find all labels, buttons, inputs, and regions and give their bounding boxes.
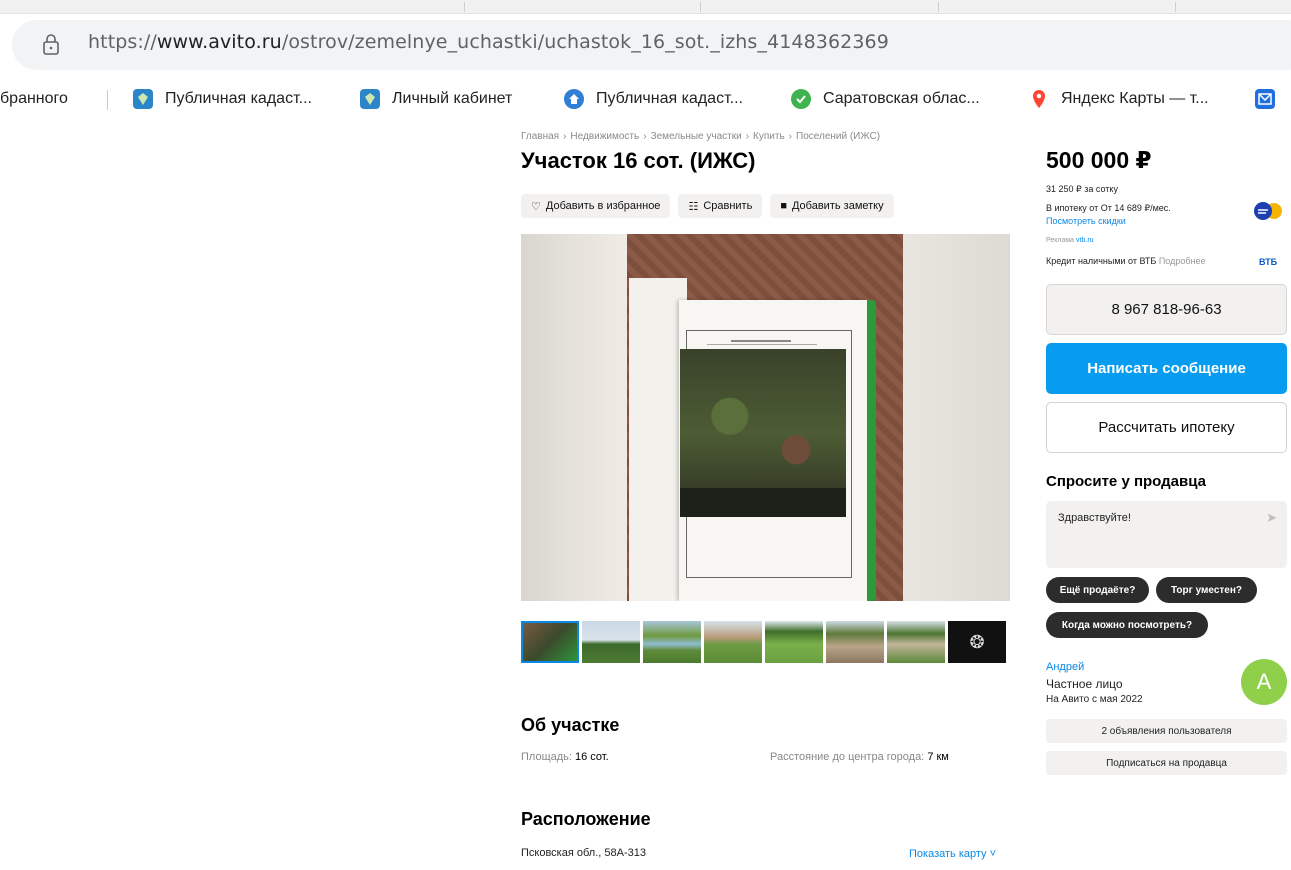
vtb-logo: ВТБ (1259, 257, 1278, 267)
tab-separator (938, 2, 939, 12)
tab-separator (1175, 2, 1176, 12)
bookmarks-bar: бранного Публичная кадаст... Личный каби… (0, 80, 1291, 118)
quick-question-chip[interactable]: Ещё продаёте? (1046, 577, 1149, 603)
price: 500 000 ₽ (1046, 147, 1152, 173)
ask-seller-title: Спросите у продавца (1046, 473, 1206, 490)
credit-more-link[interactable]: Подробнее (1159, 256, 1206, 266)
gallery-more-icon[interactable]: ❂ (948, 621, 1006, 663)
send-icon[interactable]: ➤ (1266, 510, 1277, 526)
add-note-button[interactable]: ■ Добавить заметку (770, 194, 894, 218)
write-message-button[interactable]: Написать сообщение (1046, 343, 1287, 394)
photo-header-line (707, 344, 817, 345)
bookmark-item[interactable]: Саратовская облас... (791, 86, 980, 112)
listing-actions: ♡ Добавить в избранное ☷ Сравнить ■ Добавит… (521, 194, 894, 218)
quick-question-chip[interactable]: Торг уместен? (1156, 577, 1257, 603)
area-param: Площадь: 16 сот. (521, 751, 609, 763)
bookmark-item[interactable] (1255, 86, 1287, 112)
site-info-icon[interactable] (42, 33, 60, 55)
note-icon: ■ (780, 200, 787, 212)
compare-button[interactable]: ☷ Сравнить (678, 194, 763, 218)
page-title: Участок 16 сот. (ИЖС) (521, 148, 756, 173)
quick-question-chip[interactable]: Когда можно посмотреть? (1046, 612, 1208, 638)
seller-name-link[interactable]: Андрей (1046, 661, 1084, 673)
thumbnail[interactable] (765, 621, 823, 663)
breadcrumb-item[interactable]: Купить (753, 131, 785, 142)
home-icon (564, 89, 584, 109)
seller-since: На Авито с мая 2022 (1046, 694, 1143, 705)
thumbnail[interactable] (826, 621, 884, 663)
subscribe-seller-button[interactable]: Подписаться на продавца (1046, 751, 1287, 775)
breadcrumb-item[interactable]: Поселений (ИЖС) (796, 131, 880, 142)
cadastre-icon (360, 89, 380, 109)
bookmarks-separator (107, 90, 108, 110)
location-heading: Расположение (521, 809, 651, 829)
map-pin-icon (1029, 89, 1049, 109)
photo-map-band (680, 488, 846, 517)
bookmark-item[interactable]: бранного (0, 86, 68, 112)
thumbnail[interactable] (887, 621, 945, 663)
thumbnail[interactable] (582, 621, 640, 663)
thumbnail[interactable] (643, 621, 701, 663)
check-icon (791, 89, 811, 109)
url-text[interactable]: https://www.avito.ru/ostrov/zemelnye_uch… (88, 31, 889, 53)
main-photo[interactable] (521, 234, 1010, 601)
breadcrumb-item[interactable]: Недвижимость (570, 131, 639, 142)
discounts-link[interactable]: Посмотреть скидки (1046, 216, 1126, 226)
address-text: Псковская обл., 58А-313 (521, 847, 646, 859)
calculate-mortgage-button[interactable]: Рассчитать ипотеку (1046, 402, 1287, 453)
credit-offer: Кредит наличными от ВТБ Подробнее (1046, 256, 1206, 266)
breadcrumb-item[interactable]: Главная (521, 131, 559, 142)
thumbnail[interactable] (704, 621, 762, 663)
bookmark-item[interactable]: Личный кабинет (360, 86, 512, 112)
show-map-link[interactable]: Показать карту ˅ (909, 848, 996, 860)
about-heading: Об участке (521, 715, 620, 735)
mail-icon (1255, 89, 1275, 109)
photo-thumbnails: ❂ (521, 621, 1006, 663)
cadastre-icon (133, 89, 153, 109)
browser-tab-strip (0, 0, 1291, 14)
tab-separator (464, 2, 465, 12)
tab-separator (700, 2, 701, 12)
ad-label: Реклама vtb.ru (1046, 237, 1094, 244)
avatar[interactable]: A (1241, 659, 1287, 705)
price-per-unit: 31 250 ₽ за сотку (1046, 184, 1118, 194)
bookmark-item[interactable]: Яндекс Карты — т... (1029, 86, 1209, 112)
mortgage-offer: В ипотеку от От 14 689 ₽/мес. (1046, 203, 1171, 213)
bookmark-item[interactable]: Публичная кадаст... (564, 86, 743, 112)
seller-ads-button[interactable]: 2 объявления пользователя (1046, 719, 1287, 743)
photo-header-line (731, 340, 791, 342)
breadcrumb-item[interactable]: Земельные участки (651, 131, 742, 142)
breadcrumb: Главная › Недвижимость › Земельные участки › К… (521, 131, 881, 142)
compare-icon: ☷ (688, 200, 699, 213)
heart-icon: ♡ (531, 200, 541, 213)
bank-logo-icon (1254, 202, 1282, 220)
distance-param: Расстояние до центра города: 7 км (770, 751, 949, 763)
show-phone-button[interactable]: 8 967 818-96-63 (1046, 284, 1287, 335)
thumbnail[interactable] (521, 621, 579, 663)
bookmark-item[interactable]: Публичная кадаст... (133, 86, 312, 112)
seller-type: Частное лицо (1046, 677, 1123, 691)
add-favorite-button[interactable]: ♡ Добавить в избранное (521, 194, 671, 218)
ask-seller-input[interactable]: Здравствуйте! ➤ (1046, 501, 1287, 568)
